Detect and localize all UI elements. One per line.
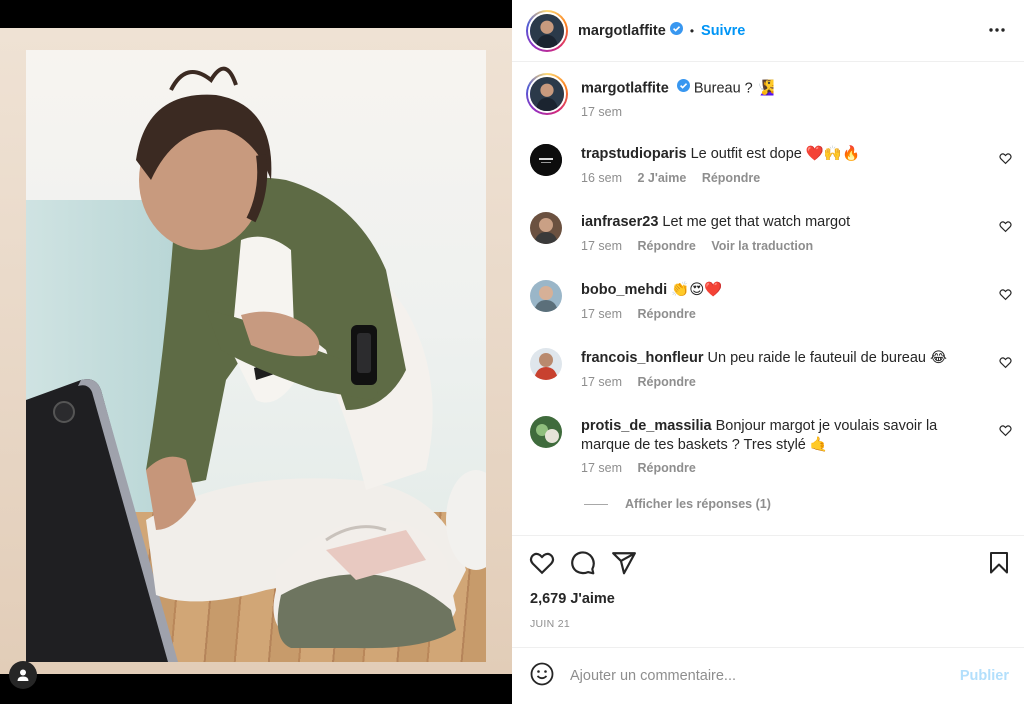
comment-input[interactable] xyxy=(570,668,930,684)
more-options-icon[interactable] xyxy=(988,21,1006,44)
comment-text: Le outfit est dope ❤️🙌🔥 xyxy=(690,146,861,162)
comment-username[interactable]: ianfraser23 xyxy=(581,214,658,230)
post-date[interactable]: JUIN 21 xyxy=(530,618,570,630)
comment-like-heart-icon[interactable] xyxy=(999,288,1012,306)
post-actions: 2,679 J'aime JUIN 21 xyxy=(512,535,1024,647)
comment-time[interactable]: 17 sem xyxy=(581,461,622,475)
comment-time[interactable]: 16 sem xyxy=(581,171,622,185)
publish-button[interactable]: Publier xyxy=(960,668,1009,684)
likes-count[interactable]: 2,679 J'aime xyxy=(530,591,615,607)
add-comment-bar: Publier xyxy=(512,647,1024,704)
media-pane xyxy=(0,0,512,704)
comment-like-heart-icon[interactable] xyxy=(999,152,1012,170)
post-image-frame xyxy=(0,28,512,689)
follow-button[interactable]: Suivre xyxy=(701,23,745,39)
reply-button[interactable]: Répondre xyxy=(637,307,695,321)
comment-likes-count[interactable]: 2 J'aime xyxy=(637,171,686,185)
heart-icon[interactable] xyxy=(529,550,555,581)
separator-dot: • xyxy=(689,23,695,38)
reply-button[interactable]: Répondre xyxy=(637,375,695,389)
comments-list[interactable]: margotlaffite Bureau ? 🧏‍♀️ 17 sem traps… xyxy=(512,63,1024,535)
comment-like-heart-icon[interactable] xyxy=(999,220,1012,238)
comment-username[interactable]: bobo_mehdi xyxy=(581,282,667,298)
caption-time[interactable]: 17 sem xyxy=(581,105,622,119)
replies-divider xyxy=(584,503,608,505)
comment-avatar[interactable] xyxy=(530,212,562,244)
comment-text: Un peu raide le fauteuil de bureau 😂 xyxy=(707,350,947,366)
comment-text: Let me get that watch margot xyxy=(662,214,851,230)
caption-avatar[interactable] xyxy=(526,73,568,115)
comment-username[interactable]: trapstudioparis xyxy=(581,146,687,162)
caption-text: Bureau ? 🧏‍♀️ xyxy=(693,80,775,97)
comment-avatar[interactable] xyxy=(530,348,562,380)
reply-button[interactable]: Répondre xyxy=(637,461,695,475)
comment-avatar[interactable] xyxy=(530,144,562,176)
comment-username[interactable]: francois_honfleur xyxy=(581,350,703,366)
comment-time[interactable]: 17 sem xyxy=(581,239,622,253)
comment-avatar[interactable] xyxy=(530,416,562,448)
post-panel: margotlaffite • Suivre margotlaffite Bur… xyxy=(512,0,1024,704)
comment-avatar[interactable] xyxy=(530,280,562,312)
author-username[interactable]: margotlaffite xyxy=(578,23,666,39)
post-header: margotlaffite • Suivre xyxy=(512,0,1024,62)
comment-time[interactable]: 17 sem xyxy=(581,307,622,321)
comment-username[interactable]: protis_de_massilia xyxy=(581,418,712,434)
post-image[interactable] xyxy=(26,50,486,662)
see-translation-button[interactable]: Voir la traduction xyxy=(711,239,813,253)
view-replies-label: Afficher les réponses (1) xyxy=(625,497,771,511)
tagged-user-icon[interactable] xyxy=(9,661,37,689)
view-replies-button[interactable]: Afficher les réponses (1) xyxy=(584,497,771,511)
verified-badge-icon xyxy=(669,21,683,40)
author-avatar[interactable] xyxy=(526,9,568,52)
comment-icon[interactable] xyxy=(570,550,596,581)
share-icon[interactable] xyxy=(611,550,637,581)
comment-like-heart-icon[interactable] xyxy=(999,356,1012,374)
bookmark-icon[interactable] xyxy=(987,550,1011,581)
photo-illustration xyxy=(26,66,486,662)
reply-button[interactable]: Répondre xyxy=(702,171,760,185)
comment-time[interactable]: 17 sem xyxy=(581,375,622,389)
caption-username[interactable]: margotlaffite xyxy=(581,80,669,96)
verified-badge-icon xyxy=(676,79,690,98)
comment-like-heart-icon[interactable] xyxy=(999,424,1012,442)
emoji-icon[interactable] xyxy=(530,662,554,691)
reply-button[interactable]: Répondre xyxy=(637,239,695,253)
comment-text: 👏😍❤️ xyxy=(671,282,723,298)
